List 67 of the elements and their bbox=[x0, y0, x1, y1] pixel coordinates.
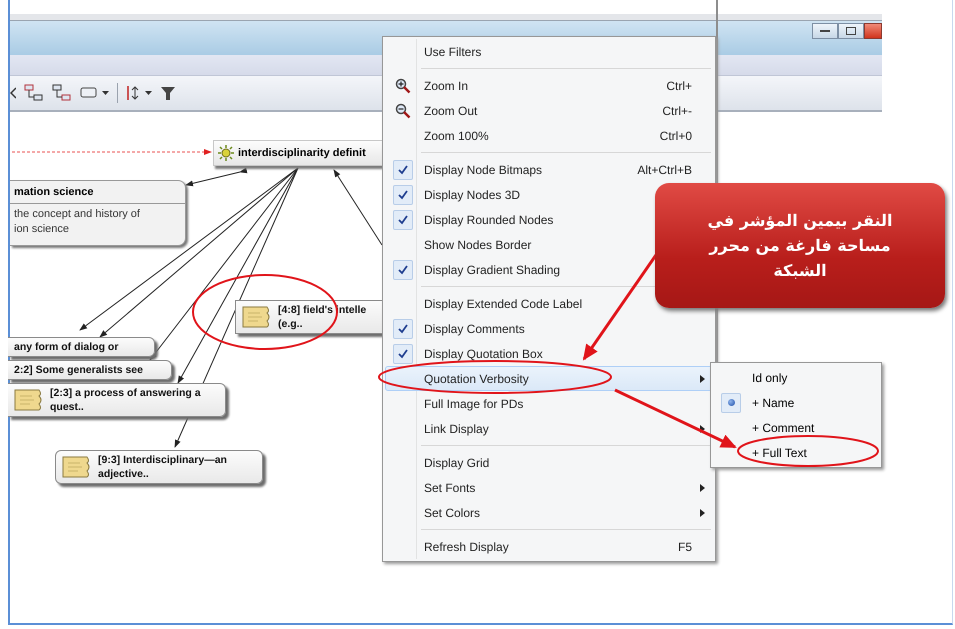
shortcut-label: F5 bbox=[678, 540, 693, 554]
shortcut-label: Ctrl+- bbox=[662, 104, 693, 118]
menu-item[interactable]: Use Filters bbox=[385, 39, 713, 64]
memo-node[interactable]: mation science the concept and history of ion science bbox=[10, 180, 186, 246]
menu-item[interactable]: Display Quotation Box bbox=[385, 341, 713, 366]
memo-text: the concept and history of ion science bbox=[13, 207, 141, 237]
shortcut-label: Ctrl+0 bbox=[660, 128, 693, 142]
toolbar-icon[interactable] bbox=[10, 87, 16, 99]
menu-item[interactable]: Full Image for PDs bbox=[385, 391, 713, 416]
quotation-text: 2:2] Some generalists see bbox=[14, 363, 143, 377]
minimize-button[interactable] bbox=[812, 23, 838, 39]
node-link-icon[interactable] bbox=[52, 84, 72, 102]
check-icon bbox=[398, 324, 408, 334]
menu-item[interactable]: Zoom In Ctrl+ bbox=[385, 73, 713, 98]
caret-icon[interactable] bbox=[145, 91, 152, 95]
submenu-item[interactable]: + Full Text bbox=[713, 440, 879, 465]
quotation-icon bbox=[242, 305, 272, 329]
submenu-item[interactable]: + Comment bbox=[713, 415, 879, 440]
shortcut-label: Alt+Ctrl+B bbox=[637, 162, 693, 176]
comment-dropdown[interactable] bbox=[80, 86, 109, 100]
maximize-button[interactable] bbox=[838, 23, 864, 39]
quotation-text: any form of dialog or bbox=[14, 340, 118, 354]
menu-item[interactable]: Link Display bbox=[385, 416, 713, 441]
menu-item[interactable]: Refresh Display F5 bbox=[385, 534, 713, 559]
menu-item[interactable]: Zoom 100% Ctrl+0 bbox=[385, 123, 713, 148]
quotation-node[interactable]: [9:3] Interdisciplinary—an adjective.. bbox=[55, 450, 263, 484]
magnifier-icon bbox=[395, 78, 411, 94]
check-icon bbox=[398, 264, 408, 274]
layout-dropdown[interactable] bbox=[126, 85, 152, 101]
submenu-arrow-icon bbox=[700, 374, 704, 382]
minimize-icon bbox=[819, 29, 831, 33]
quotation-node[interactable]: [2:3] a process of answering a quest.. bbox=[8, 383, 226, 417]
close-button[interactable] bbox=[864, 23, 882, 39]
memo-title: mation science bbox=[10, 181, 185, 204]
code-label: interdisciplinarity definit bbox=[238, 147, 366, 159]
caret-icon[interactable] bbox=[102, 91, 109, 95]
code-node[interactable]: interdisciplinarity definit bbox=[213, 140, 383, 166]
maximize-icon bbox=[845, 26, 857, 36]
quotation-node[interactable]: 2:2] Some generalists see bbox=[8, 360, 172, 380]
check-icon bbox=[398, 214, 408, 224]
shortcut-label: Ctrl+ bbox=[666, 78, 693, 92]
menu-item[interactable]: Display Node Bitmaps Alt+Ctrl+B bbox=[385, 157, 713, 182]
menu-item[interactable]: Set Colors bbox=[385, 500, 713, 525]
sun-icon bbox=[218, 145, 234, 161]
callout-tooltip: النقر بيمين المؤشر في مساحة فارغة من محرر الشبكة bbox=[655, 183, 945, 308]
filter-icon[interactable] bbox=[160, 85, 176, 101]
speech-bubble-icon bbox=[80, 86, 98, 100]
menu-item[interactable]: Quotation Verbosity bbox=[385, 366, 713, 391]
check-icon bbox=[398, 190, 408, 200]
node-link-icon[interactable] bbox=[24, 84, 44, 102]
submenu-arrow-icon bbox=[700, 484, 704, 492]
check-icon bbox=[398, 164, 408, 174]
menu-item[interactable]: Zoom Out Ctrl+- bbox=[385, 98, 713, 123]
menu-item[interactable]: Display Grid bbox=[385, 450, 713, 475]
menu-item[interactable]: Set Fonts bbox=[385, 475, 713, 500]
quotation-icon bbox=[14, 388, 44, 412]
quotation-text: [9:3] Interdisciplinary—an adjective.. bbox=[98, 453, 227, 481]
submenu-item[interactable]: + Name bbox=[713, 390, 879, 415]
quotation-icon bbox=[62, 455, 92, 479]
submenu-item[interactable]: Id only bbox=[713, 365, 879, 390]
check-icon bbox=[398, 348, 408, 358]
quotation-text: [2:3] a process of answering a quest.. bbox=[50, 386, 201, 414]
magnifier-icon bbox=[395, 102, 411, 118]
menu-item[interactable]: Display Comments bbox=[385, 316, 713, 341]
submenu-arrow-icon bbox=[700, 424, 704, 432]
submenu-arrow-icon bbox=[700, 508, 704, 516]
quotation-node[interactable]: any form of dialog or bbox=[8, 337, 155, 357]
